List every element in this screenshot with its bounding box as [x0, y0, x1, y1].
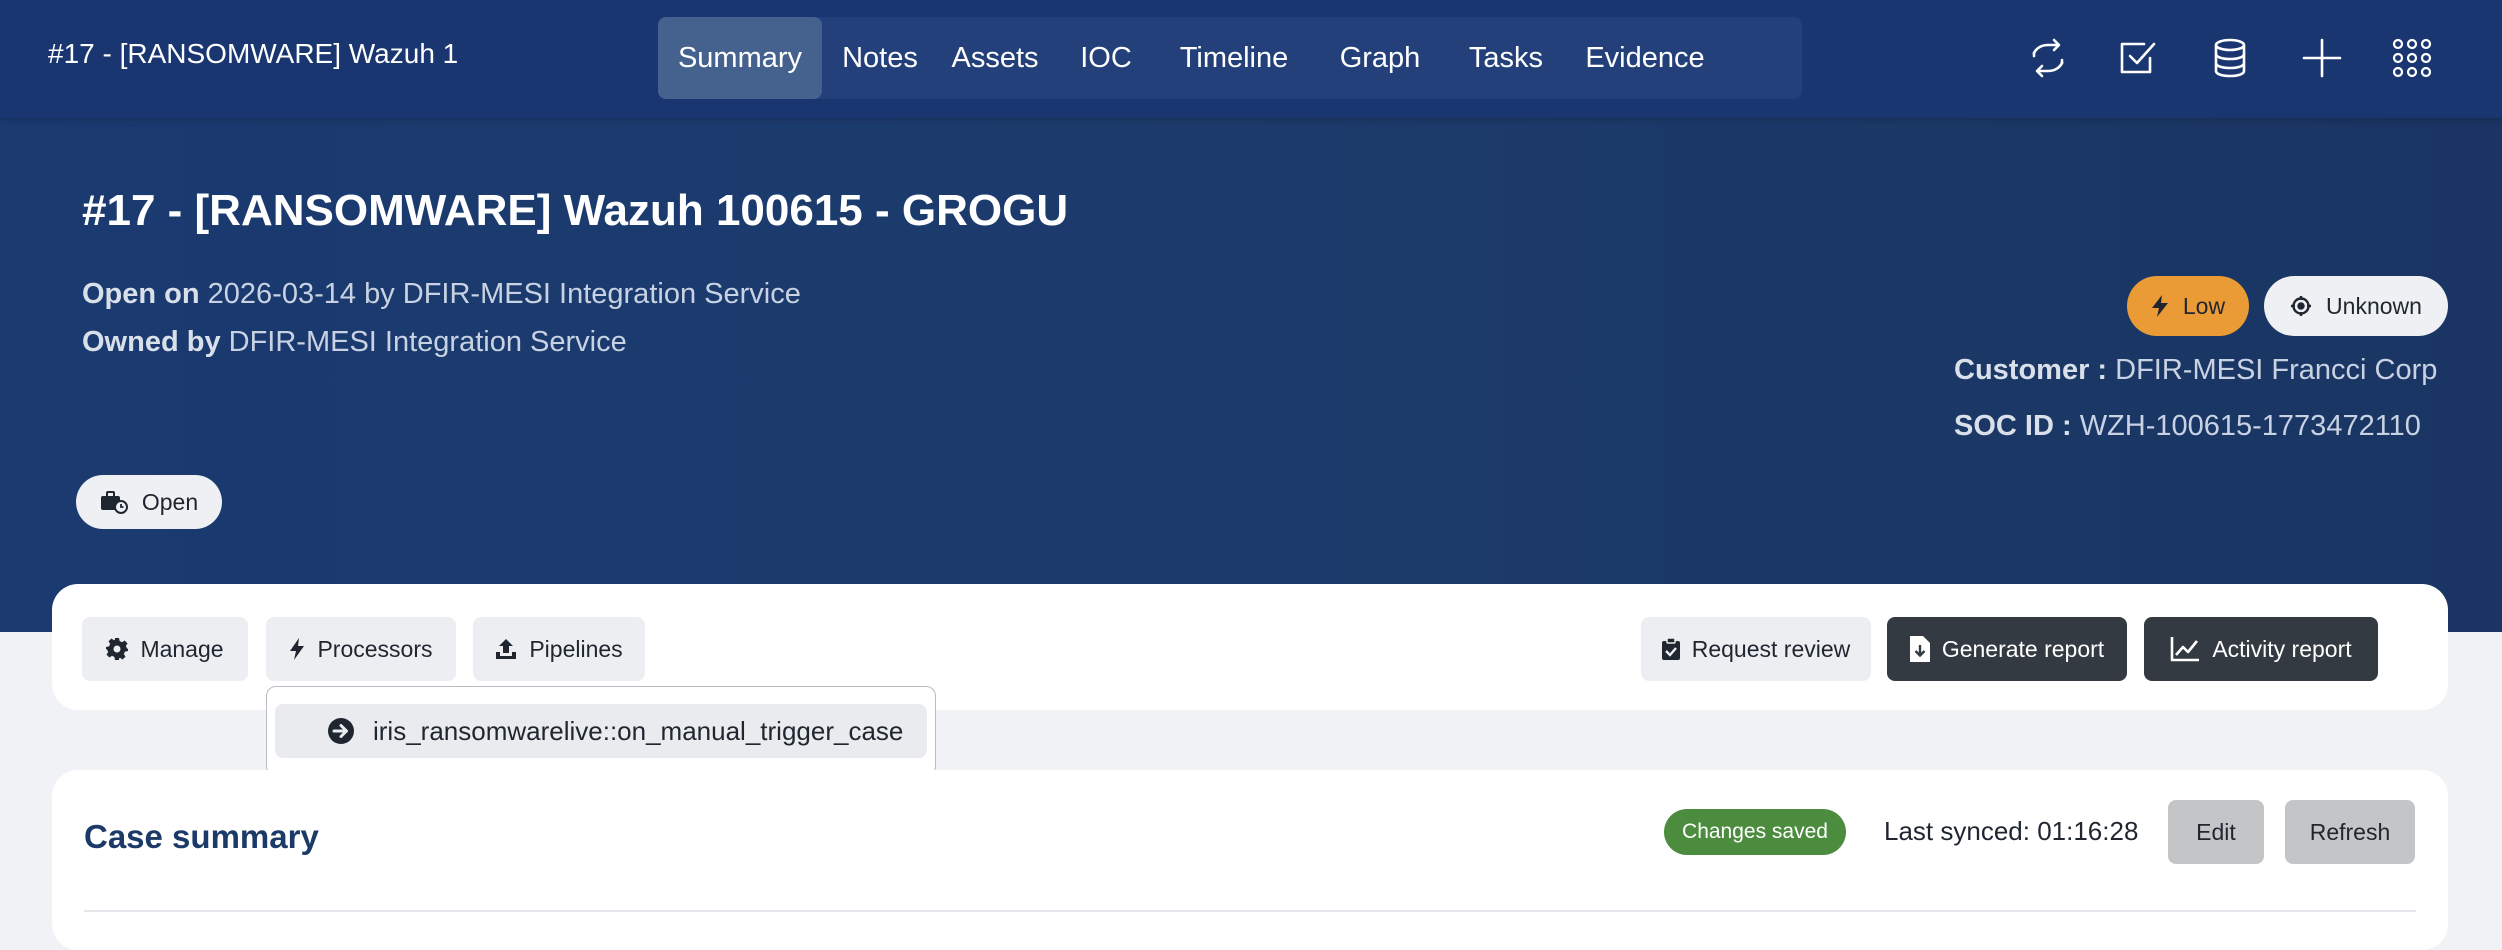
processors-dropdown-menu: iris_ransomwarelive::on_manual_trigger_c… — [266, 686, 936, 776]
generate-report-label: Generate report — [1941, 635, 2105, 662]
top-navbar: #17 - [RANSOMWARE] Wazuh 1 Summary Notes… — [0, 0, 2502, 118]
last-synced-text: Last synced: 01:16:28 — [1884, 816, 2139, 846]
bolt-icon — [2151, 295, 2168, 317]
soc-id-label: SOC ID : — [1954, 410, 2072, 442]
case-summary-card — [52, 770, 2448, 950]
tab-summary[interactable]: Summary — [658, 17, 822, 99]
processor-menu-item-label: iris_ransomwarelive::on_manual_trigger_c… — [373, 715, 904, 746]
generate-report-button[interactable]: Generate report — [1887, 617, 2127, 681]
manage-button[interactable]: Manage — [82, 617, 248, 681]
refresh-arrows-icon[interactable] — [2026, 36, 2070, 80]
upload-icon — [496, 639, 517, 659]
case-status-button[interactable]: Open — [76, 475, 222, 529]
request-review-label: Request review — [1691, 635, 1851, 662]
file-download-icon — [1909, 636, 1930, 662]
tab-ioc[interactable]: IOC — [1056, 17, 1156, 99]
database-icon[interactable] — [2208, 36, 2252, 80]
owned-by-label: Owned by — [82, 326, 221, 358]
checkbox-icon[interactable] — [2116, 36, 2160, 80]
bolt-icon — [290, 638, 305, 660]
customer-value: DFIR-MESI Francci Corp — [2115, 354, 2438, 386]
briefcase-clock-icon — [100, 491, 128, 514]
edit-button[interactable]: Edit — [2168, 800, 2264, 864]
tab-evidence[interactable]: Evidence — [1570, 17, 1720, 99]
case-title: #17 - [RANSOMWARE] Wazuh 100615 - GROGU — [82, 186, 1069, 235]
severity-badge[interactable]: Low — [2127, 276, 2249, 336]
processors-button[interactable]: Processors — [266, 617, 456, 681]
summary-divider — [84, 910, 2416, 912]
case-tabs: Summary Notes Assets IOC Timeline Graph … — [658, 17, 1802, 99]
request-review-button[interactable]: Request review — [1641, 617, 1871, 681]
tab-graph[interactable]: Graph — [1318, 17, 1442, 99]
owned-by-value: DFIR-MESI Integration Service — [228, 326, 627, 358]
processors-label: Processors — [317, 635, 433, 662]
crosshair-icon — [2291, 296, 2312, 316]
classification-label: Unknown — [2326, 292, 2422, 319]
case-customer: Customer : DFIR-MESI Francci Corp — [1954, 354, 2437, 387]
plus-icon[interactable] — [2300, 36, 2344, 80]
arrow-circle-right-icon — [328, 718, 354, 744]
clipboard-check-icon — [1661, 638, 1680, 660]
tab-timeline[interactable]: Timeline — [1166, 17, 1302, 99]
line-chart-icon — [2171, 637, 2200, 662]
customer-label: Customer : — [1954, 354, 2108, 386]
refresh-button[interactable]: Refresh — [2285, 800, 2415, 864]
case-open-on: Open on 2026-03-14 by DFIR-MESI Integrat… — [82, 278, 801, 311]
activity-report-label: Activity report — [2212, 635, 2352, 662]
pipelines-label: Pipelines — [529, 635, 623, 662]
activity-report-button[interactable]: Activity report — [2144, 617, 2378, 681]
case-soc-id: SOC ID : WZH-100615-1773472110 — [1954, 410, 2421, 443]
severity-label: Low — [2182, 292, 2226, 319]
grid-menu-icon[interactable] — [2390, 36, 2434, 80]
navbar-case-title: #17 - [RANSOMWARE] Wazuh 1 — [48, 38, 459, 69]
changes-saved-badge: Changes saved — [1664, 809, 1846, 855]
open-on-value: 2026-03-14 by DFIR-MESI Integration Serv… — [207, 278, 801, 310]
case-status-label: Open — [141, 488, 199, 515]
pipelines-button[interactable]: Pipelines — [473, 617, 645, 681]
processor-menu-item[interactable]: iris_ransomwarelive::on_manual_trigger_c… — [275, 704, 927, 758]
case-summary-title: Case summary — [84, 818, 319, 855]
classification-badge[interactable]: Unknown — [2264, 276, 2448, 336]
open-on-label: Open on — [82, 278, 200, 310]
gear-icon — [106, 638, 129, 660]
tab-tasks[interactable]: Tasks — [1452, 17, 1560, 99]
case-owned-by: Owned by DFIR-MESI Integration Service — [82, 326, 627, 359]
tab-notes[interactable]: Notes — [830, 17, 930, 99]
tab-assets[interactable]: Assets — [940, 17, 1050, 99]
manage-label: Manage — [140, 635, 224, 662]
soc-id-value: WZH-100615-1773472110 — [2079, 410, 2421, 442]
